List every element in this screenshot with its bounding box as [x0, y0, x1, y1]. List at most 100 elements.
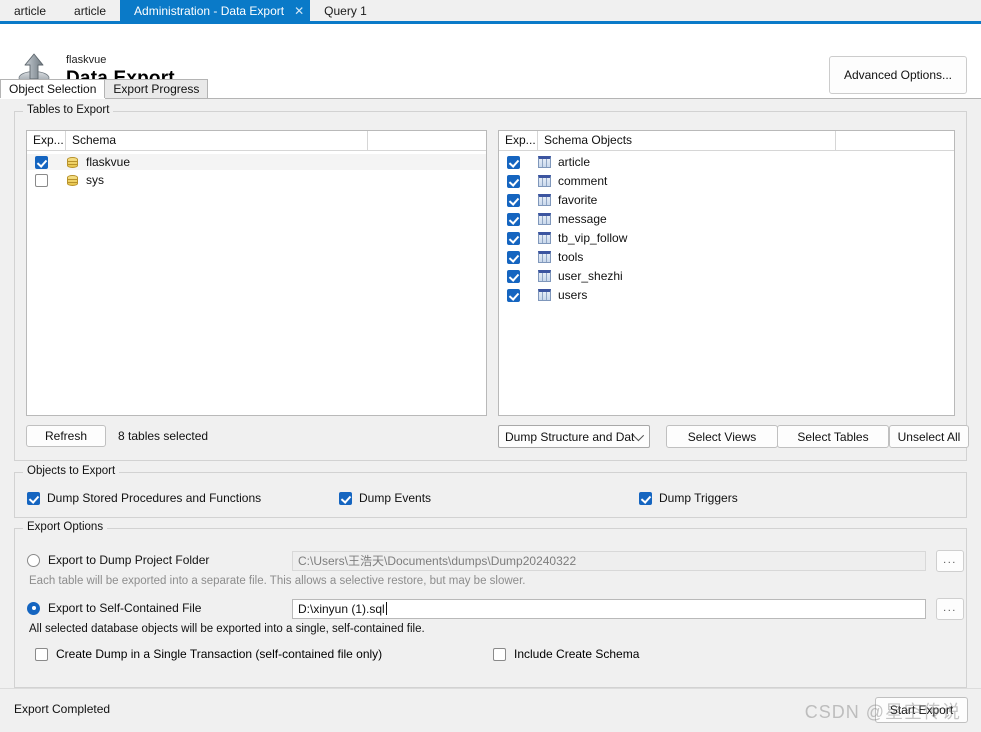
schema-object-checkbox-cell[interactable] [507, 250, 538, 264]
include-create-schema-label: Include Create Schema [514, 647, 640, 661]
schema-row-checkbox-cell[interactable] [35, 173, 66, 187]
browse-self-contained-file-button[interactable]: ... [936, 598, 964, 620]
column-header-blank [836, 131, 954, 150]
schema-object-checkbox-cell[interactable] [507, 174, 538, 188]
checkbox-icon[interactable] [339, 491, 352, 505]
schema-object-label: tb_vip_follow [558, 231, 628, 245]
objects-to-export-group: Objects to Export Dump Stored Procedures… [14, 465, 967, 518]
table-icon [538, 213, 551, 225]
checkbox-icon[interactable] [507, 174, 520, 188]
schema-object-row[interactable]: tools [499, 249, 954, 265]
dump-events-checkbox[interactable]: Dump Events [339, 491, 431, 505]
schema-object-label: comment [558, 174, 608, 188]
status-bar: Export Completed Start Export CSDN @星空传说 [0, 688, 981, 732]
include-create-schema-checkbox[interactable]: Include Create Schema [493, 647, 639, 661]
schema-object-checkbox-cell[interactable] [507, 288, 538, 302]
create-dump-single-transaction-checkbox[interactable]: Create Dump in a Single Transaction (sel… [35, 647, 382, 661]
schema-objects-list[interactable]: Exp... Schema Objects article comment favo… [498, 130, 955, 416]
column-header-schema-objects: Schema Objects [538, 131, 836, 150]
schema-object-checkbox-cell[interactable] [507, 193, 538, 207]
header-schema-name: flaskvue [66, 54, 107, 66]
export-options-group: Export Options Export to Dump Project Fo… [14, 521, 967, 688]
select-tables-button[interactable]: Select Tables [777, 425, 889, 448]
radio-icon[interactable] [27, 601, 40, 615]
window-tab-label: Administration - Data Export [134, 3, 285, 18]
checkbox-icon[interactable] [35, 647, 48, 661]
tables-to-export-group: Tables to Export Exp... Schema flaskvue … [14, 104, 969, 461]
schema-objects-list-header: Exp... Schema Objects [499, 131, 954, 151]
text-caret [385, 602, 387, 615]
window-tab-query-1[interactable]: Query 1 [310, 0, 381, 21]
column-header-export: Exp... [27, 131, 66, 150]
window-tab-article-2[interactable]: article [60, 0, 120, 21]
export-to-self-contained-file-radio[interactable]: Export to Self-Contained File [27, 601, 201, 615]
checkbox-icon[interactable] [507, 231, 520, 245]
checkbox-icon[interactable] [35, 155, 48, 169]
schema-list[interactable]: Exp... Schema flaskvue sys [26, 130, 487, 416]
schema-row-sys[interactable]: sys [27, 172, 486, 188]
tab-object-selection[interactable]: Object Selection [0, 79, 106, 98]
export-to-dump-project-folder-radio[interactable]: Export to Dump Project Folder [27, 553, 209, 567]
dump-triggers-checkbox[interactable]: Dump Triggers [639, 491, 738, 505]
export-to-self-contained-file-label: Export to Self-Contained File [48, 601, 202, 615]
checkbox-icon[interactable] [27, 491, 40, 505]
schema-row-flaskvue[interactable]: flaskvue [27, 154, 486, 170]
tab-export-progress[interactable]: Export Progress [104, 79, 209, 98]
table-icon [538, 270, 551, 282]
dump-project-folder-hint: Each table will be exported into a separ… [29, 575, 526, 587]
group-label-tables-to-export: Tables to Export [23, 104, 114, 116]
checkbox-icon[interactable] [507, 288, 520, 302]
self-contained-file-hint: All selected database objects will be ex… [29, 623, 425, 635]
checkbox-icon[interactable] [35, 173, 48, 187]
unselect-all-button[interactable]: Unselect All [889, 425, 969, 448]
checkbox-icon[interactable] [507, 193, 520, 207]
dump-project-folder-path-input[interactable]: C:\Users\王浩天\Documents\dumps\Dump2024032… [292, 551, 926, 571]
create-dump-single-transaction-label: Create Dump in a Single Transaction (sel… [56, 647, 383, 661]
schema-object-row[interactable]: users [499, 287, 954, 303]
checkbox-icon[interactable] [507, 212, 520, 226]
dump-mode-select[interactable]: Dump Structure and Dat [498, 425, 650, 448]
inner-tab-bar: Object Selection Export Progress [0, 79, 981, 99]
group-label-objects-to-export: Objects to Export [23, 465, 120, 477]
checkbox-icon[interactable] [507, 250, 520, 264]
select-views-button[interactable]: Select Views [666, 425, 778, 448]
dump-stored-procedures-checkbox[interactable]: Dump Stored Procedures and Functions [27, 491, 261, 505]
schema-row-label: sys [86, 173, 104, 187]
schema-list-header: Exp... Schema [27, 131, 486, 151]
window-tab-administration-data-export[interactable]: Administration - Data Export ✕ [120, 0, 311, 21]
schema-object-label: article [558, 155, 591, 169]
schema-object-row[interactable]: tb_vip_follow [499, 230, 954, 246]
table-icon [538, 175, 551, 187]
self-contained-file-path-input[interactable]: D:\xinyun (1).sql [292, 599, 926, 619]
close-icon[interactable]: ✕ [294, 5, 304, 17]
browse-dump-folder-button[interactable]: ... [936, 550, 964, 572]
column-header-schema: Schema [66, 131, 368, 150]
schema-object-checkbox-cell[interactable] [507, 212, 538, 226]
start-export-button[interactable]: Start Export [875, 697, 968, 723]
schema-object-checkbox-cell[interactable] [507, 269, 538, 283]
schema-object-label: message [558, 212, 607, 226]
schema-object-row[interactable]: comment [499, 173, 954, 189]
window-tab-article-1[interactable]: article [0, 0, 60, 21]
checkbox-icon[interactable] [507, 269, 520, 283]
schema-object-label: tools [558, 250, 584, 264]
checkbox-icon[interactable] [639, 491, 652, 505]
table-icon [538, 194, 551, 206]
checkbox-icon[interactable] [493, 647, 506, 661]
schema-object-checkbox-cell[interactable] [507, 155, 538, 169]
schema-objects-rows: article comment favorite message tb_vip_foll… [499, 154, 954, 303]
group-label-export-options: Export Options [23, 521, 108, 533]
schema-object-row[interactable]: user_shezhi [499, 268, 954, 284]
schema-object-row[interactable]: article [499, 154, 954, 170]
radio-icon[interactable] [27, 553, 40, 567]
schema-object-row[interactable]: message [499, 211, 954, 227]
table-icon [538, 251, 551, 263]
column-header-export: Exp... [499, 131, 538, 150]
schema-row-label: flaskvue [86, 155, 131, 169]
schema-object-checkbox-cell[interactable] [507, 231, 538, 245]
schema-object-row[interactable]: favorite [499, 192, 954, 208]
checkbox-icon[interactable] [507, 155, 520, 169]
self-contained-file-path-value: D:\xinyun (1).sql [298, 602, 385, 616]
refresh-button[interactable]: Refresh [26, 425, 106, 447]
schema-row-checkbox-cell[interactable] [35, 155, 66, 169]
